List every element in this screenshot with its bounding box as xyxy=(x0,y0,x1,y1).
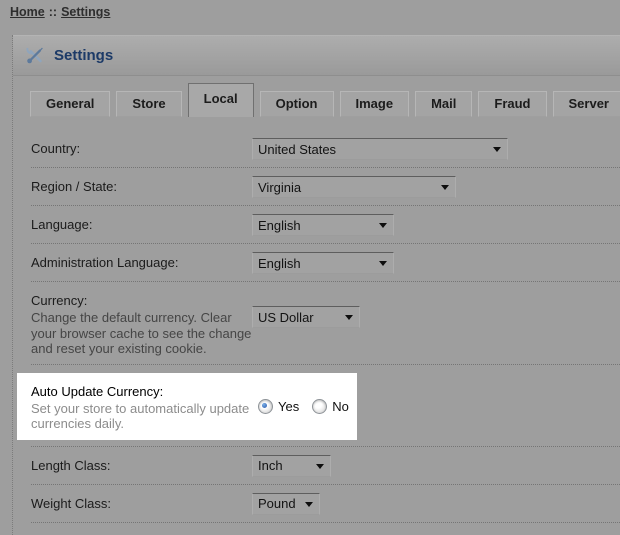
tab-general[interactable]: General xyxy=(30,91,111,117)
auto-update-currency-spotlight: Auto Update Currency: Set your store to … xyxy=(17,372,357,440)
select-arrow-icon xyxy=(316,463,324,469)
settings-panel: Settings General Store Local Option Imag… xyxy=(12,35,620,535)
length-class-label: Length Class: xyxy=(31,457,111,473)
auto-update-yes-label[interactable]: Yes xyxy=(278,399,299,414)
language-select-value: English xyxy=(258,217,301,233)
currency-select[interactable]: US Dollar xyxy=(252,306,360,328)
select-arrow-icon xyxy=(441,185,449,190)
weight-class-select[interactable]: Pound xyxy=(252,492,320,515)
currency-select-value: US Dollar xyxy=(258,309,314,325)
auto-update-currency-row: Auto Update Currency: Set your store to … xyxy=(17,365,620,447)
auto-update-currency-help-text: Set your store to automatically update c… xyxy=(31,400,250,432)
currency-label-block: Currency: Change the default currency. C… xyxy=(31,290,252,357)
language-label: Language: xyxy=(31,217,93,232)
tab-fraud[interactable]: Fraud xyxy=(478,91,547,117)
language-select[interactable]: English xyxy=(252,214,394,236)
settings-page: Home:: Settings Settings General Store Lo… xyxy=(0,0,620,535)
admin-language-row: Administration Language: English xyxy=(31,244,620,282)
select-arrow-icon xyxy=(493,147,501,152)
auto-update-yes-radio[interactable] xyxy=(258,398,273,414)
wrench-screwdriver-icon xyxy=(26,47,43,64)
tab-server[interactable]: Server xyxy=(552,91,620,117)
select-arrow-icon xyxy=(379,261,387,266)
tab-option[interactable]: Option xyxy=(259,91,334,117)
length-class-select[interactable]: Inch xyxy=(252,454,331,477)
tab-content-local: Country: United States Region / State: V… xyxy=(13,117,620,523)
admin-language-label: Administration Language: xyxy=(31,255,179,270)
tab-store[interactable]: Store xyxy=(116,91,182,117)
select-arrow-icon xyxy=(379,223,387,228)
auto-update-no-radio[interactable] xyxy=(312,398,328,414)
select-arrow-icon xyxy=(345,315,353,320)
country-select[interactable]: United States xyxy=(252,138,508,160)
breadcrumb-settings-link[interactable]: Settings xyxy=(61,5,110,19)
select-arrow-icon xyxy=(305,501,313,507)
country-label: Country: xyxy=(31,141,81,156)
region-state-select[interactable]: Virginia xyxy=(252,176,456,198)
breadcrumb: Home:: Settings xyxy=(0,0,620,19)
weight-class-row: Weight Class: Pound xyxy=(31,485,620,523)
currency-row: Currency: Change the default currency. C… xyxy=(31,282,620,365)
admin-language-select[interactable]: English xyxy=(252,252,394,274)
currency-help-text: Change the default currency. Clear your … xyxy=(31,310,252,356)
auto-update-radio-group: Yes No xyxy=(253,398,362,414)
length-class-select-value: Inch xyxy=(258,458,283,473)
auto-update-currency-label: Auto Update Currency: xyxy=(31,383,164,399)
region-state-select-value: Virginia xyxy=(258,179,302,195)
auto-update-label-block: Auto Update Currency: Set your store to … xyxy=(31,381,253,432)
admin-language-select-value: English xyxy=(258,255,301,271)
tab-image[interactable]: Image xyxy=(339,91,410,117)
breadcrumb-home-link[interactable]: Home xyxy=(10,5,45,19)
region-state-row: Region / State: Virginia xyxy=(31,168,620,206)
country-select-value: United States xyxy=(258,141,337,157)
currency-label: Currency: xyxy=(31,293,88,308)
auto-update-no-label[interactable]: No xyxy=(332,399,349,414)
panel-heading: Settings xyxy=(13,35,620,76)
page-title: Settings xyxy=(54,47,114,64)
breadcrumb-separator: :: xyxy=(48,5,58,19)
length-class-row: Length Class: Inch xyxy=(31,447,620,485)
tab-bar: General Store Local Option Image Mail Fr… xyxy=(13,76,620,117)
tab-local[interactable]: Local xyxy=(187,83,254,117)
language-row: Language: English xyxy=(31,206,620,244)
region-state-label: Region / State: xyxy=(31,179,117,194)
weight-class-select-value: Pound xyxy=(258,496,296,511)
weight-class-label: Weight Class: xyxy=(31,495,111,511)
country-row: Country: United States xyxy=(31,130,620,168)
tab-mail[interactable]: Mail xyxy=(415,91,473,117)
